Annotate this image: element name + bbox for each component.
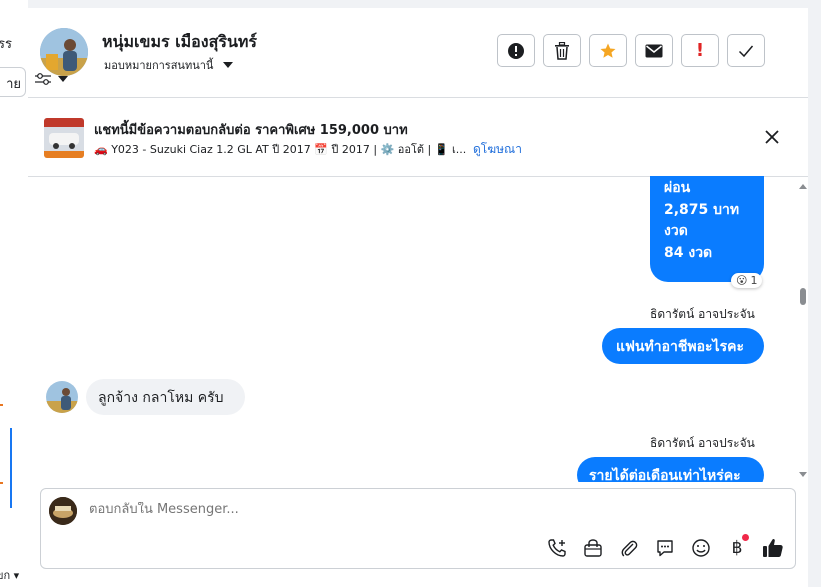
contact-avatar[interactable] [40,28,88,76]
like-button[interactable] [761,536,785,560]
smile-icon [692,539,710,557]
message-line: 84 งวด [664,244,713,261]
mark-spam-button[interactable]: ! [681,34,719,67]
message-incoming: ลูกจ้าง กลาโหม ครับ [86,379,245,415]
conversation-panel: หนุ่มเขมร เมืองสุรินทร์ มอบหมายการสนทนาน… [28,8,808,587]
emoji-button[interactable] [689,536,713,560]
chevron-down-icon [223,62,234,68]
reaction-count: 1 [750,274,758,287]
report-button[interactable] [497,34,535,67]
notification-dot [742,534,749,541]
message-outgoing: ผ่อน 2,875 บาท งวด 84 งวด [650,176,764,282]
attach-button[interactable] [617,536,641,560]
thread-scrollbar[interactable] [798,182,808,482]
ad-thumbnail[interactable] [44,118,84,158]
message-outgoing: รายได้ต่อเดือนเท่าไหร่คะ [577,457,764,482]
right-gap [808,0,821,587]
composer-toolbar: ฿ [545,534,785,560]
message-outgoing: แฟนทำอาชีพอะไรคะ [602,328,764,364]
marker [0,482,3,484]
check-icon [738,45,754,57]
ad-detail: 🚗 Y023 - Suzuki Ciaz 1.2 GL AT ปี 2017 📅… [94,143,467,156]
contact-name: หนุ่มเขมร เมืองสุรินทร์ [102,32,258,51]
message-reaction[interactable]: 😮 1 [731,273,763,288]
assign-conversation-dropdown[interactable]: มอบหมายการสนทนานี้ [104,56,234,74]
phone-plus-icon [548,539,566,557]
divider [28,97,808,98]
alert-circle-icon [508,42,524,59]
trash-icon [555,41,569,60]
mail-icon [645,44,663,57]
payment-button[interactable]: ฿ [725,534,749,560]
email-button[interactable] [635,34,673,67]
assign-label: มอบหมายการสนทนานี้ [104,59,214,72]
chevron-down-icon [58,76,68,82]
page-avatar [49,497,77,525]
paperclip-icon [621,540,638,557]
contact-small-avatar[interactable] [46,381,78,413]
sender-name: ธิดารัตน์ อาจประจัน [650,436,755,450]
left-sidebar-fragment: รร าย ขก ▾ [0,0,29,587]
view-ad-link[interactable]: ดูโฆษณา [473,140,522,159]
marker [0,404,3,406]
call-button[interactable] [545,536,569,560]
reply-input[interactable] [89,502,689,517]
message-line: ผ่อน [664,180,691,196]
exclamation-icon: ! [695,40,705,61]
baht-icon: ฿ [731,538,743,558]
thumbs-up-icon [763,539,783,557]
sliders-icon [35,73,51,85]
message-line: 2,875 บาท [664,201,740,218]
ad-title: แชทนี้มีข้อความตอบกลับต่อ ราคาพิเศษ 159,… [94,123,408,138]
top-gap [28,0,808,8]
chat-dots-icon [657,540,673,557]
sender-name: ธิดารัตน์ อาจประจัน [650,307,755,321]
saved-replies-button[interactable] [653,536,677,560]
shop-button[interactable] [581,536,605,560]
star-button[interactable] [589,34,627,67]
left-text-fragment: รร [0,37,12,52]
header-actions: ! [497,34,765,67]
left-text-fragment: ขก ▾ [0,569,20,582]
close-ad-button[interactable] [762,127,782,147]
reply-composer: ฿ [40,488,796,569]
shopping-bag-icon [584,539,602,557]
delete-button[interactable] [543,34,581,67]
mark-done-button[interactable] [727,34,765,67]
wow-emoji-icon: 😮 [736,274,748,287]
settings-dropdown[interactable] [34,72,68,86]
message-line: งวด [664,223,688,239]
selection-bar [10,428,12,508]
left-pill-fragment[interactable]: าย [0,67,26,97]
message-thread[interactable]: ผ่อน 2,875 บาท งวด 84 งวด 😮 1 ธิดารัตน์ … [28,176,808,482]
close-icon [765,130,779,144]
star-icon [600,43,616,58]
